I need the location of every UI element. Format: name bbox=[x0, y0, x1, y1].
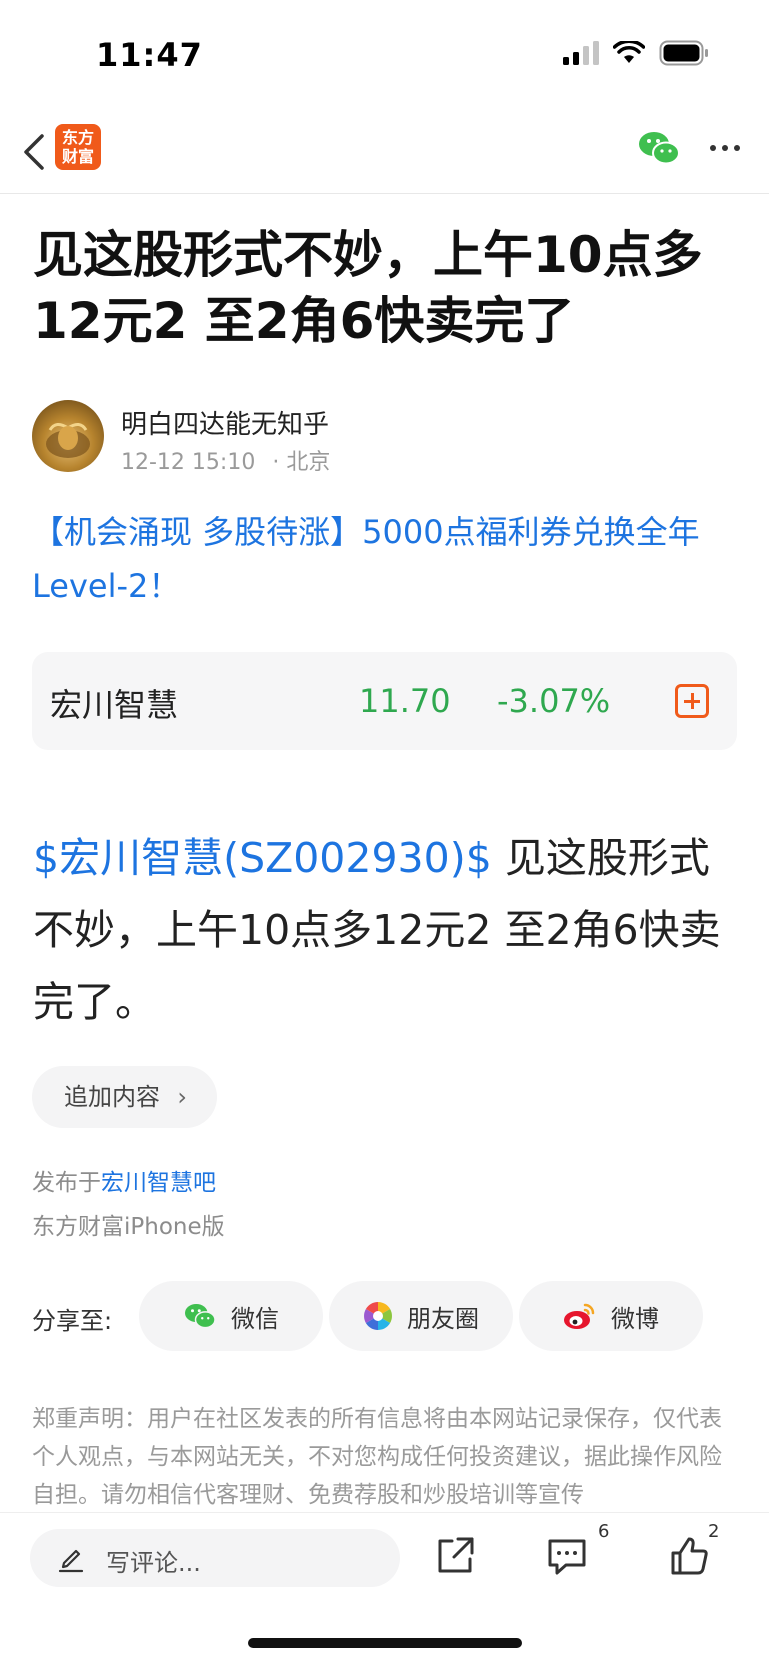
comment-input[interactable]: 写评论... bbox=[30, 1529, 400, 1587]
post-body: $宏川智慧(SZ002930)$ 见这股形式不妙，上午10点多12元2 至2角6… bbox=[33, 822, 743, 1038]
wifi-icon bbox=[613, 41, 645, 63]
status-bar: 11:47 bbox=[0, 0, 769, 110]
weibo-icon bbox=[564, 1303, 595, 1329]
logo-line-1: 东方 bbox=[61, 128, 94, 147]
published-in: 发布于宏川智慧吧 bbox=[32, 1163, 216, 1197]
bull-avatar-image bbox=[46, 423, 90, 458]
pen-icon bbox=[58, 1549, 84, 1573]
moments-icon bbox=[364, 1302, 392, 1330]
stock-change: -3.07% bbox=[497, 682, 611, 720]
status-time: 11:47 bbox=[96, 36, 203, 74]
author-row[interactable]: 明白四达能无知乎 12-12 15:10 · 北京 bbox=[32, 400, 732, 475]
nav-bar: 东方 财富 bbox=[0, 110, 769, 194]
stock-price: 11.70 bbox=[359, 682, 451, 720]
comment-icon[interactable] bbox=[544, 1533, 590, 1579]
signal-icon bbox=[563, 41, 599, 65]
disclaimer: 郑重声明：用户在社区发表的所有信息将由本网站记录保存，仅代表个人观点，与本网站无… bbox=[32, 1406, 722, 1508]
append-content-button[interactable]: 追加内容 › bbox=[32, 1066, 217, 1128]
share-label: 分享至: bbox=[32, 1307, 113, 1335]
stock-tag-link[interactable]: $宏川智慧(SZ002930)$ bbox=[33, 834, 492, 882]
share-wechat-button[interactable]: 微信 bbox=[139, 1281, 323, 1351]
stock-quote-card[interactable]: 宏川智慧 11.70 -3.07% bbox=[32, 652, 737, 750]
status-icons bbox=[563, 40, 709, 66]
share-icon[interactable] bbox=[432, 1533, 478, 1579]
share-weibo-button[interactable]: 微博 bbox=[519, 1281, 703, 1351]
add-to-watchlist-button[interactable] bbox=[675, 684, 709, 718]
avatar[interactable] bbox=[32, 400, 104, 472]
post-meta: 12-12 15:10 · 北京 bbox=[121, 444, 330, 476]
share-moments-button[interactable]: 朋友圈 bbox=[329, 1281, 513, 1351]
promo-link[interactable]: 【机会涌现 多股待涨】5000点福利券兑换全年Level-2！ bbox=[32, 505, 737, 613]
more-icon[interactable] bbox=[705, 130, 745, 166]
logo-line-2: 财富 bbox=[61, 147, 94, 166]
like-count-badge: 2 bbox=[708, 1521, 720, 1542]
author-name[interactable]: 明白四达能无知乎 bbox=[121, 404, 329, 441]
post-datetime: 12-12 15:10 bbox=[121, 450, 256, 475]
share-moments-label: 朋友圈 bbox=[407, 1304, 479, 1333]
published-prefix: 发布于 bbox=[32, 1170, 101, 1196]
battery-icon bbox=[659, 40, 708, 66]
home-indicator bbox=[248, 1638, 522, 1648]
client-source: 东方财富iPhone版 bbox=[32, 1214, 225, 1240]
chevron-right-icon: › bbox=[177, 1083, 187, 1111]
comment-count-badge: 6 bbox=[598, 1521, 610, 1542]
back-icon[interactable] bbox=[16, 128, 56, 176]
post-location: · 北京 bbox=[272, 450, 331, 475]
wechat-icon bbox=[185, 1304, 216, 1329]
app-logo[interactable]: 东方 财富 bbox=[55, 124, 101, 170]
stock-name: 宏川智慧 bbox=[50, 686, 179, 724]
like-icon[interactable] bbox=[667, 1533, 713, 1579]
append-content-label: 追加内容 bbox=[64, 1083, 160, 1111]
comment-placeholder: 写评论... bbox=[106, 1549, 201, 1577]
share-wechat-label: 微信 bbox=[231, 1304, 279, 1333]
stock-bar-link[interactable]: 宏川智慧吧 bbox=[101, 1170, 216, 1196]
share-weibo-label: 微博 bbox=[611, 1304, 659, 1333]
wechat-share-icon[interactable] bbox=[637, 128, 681, 168]
article-title: 见这股形式不妙，上午10点多12元2 至2角6快卖完了 bbox=[33, 226, 703, 350]
share-row: 分享至: 微信 朋友圈 微博 bbox=[32, 1281, 737, 1351]
